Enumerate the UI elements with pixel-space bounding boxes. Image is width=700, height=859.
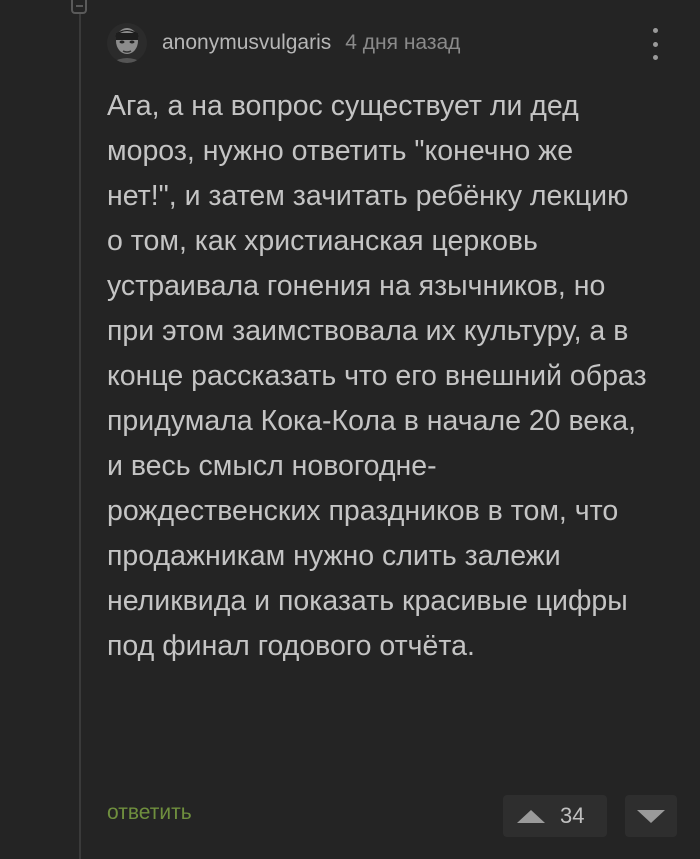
downvote-button[interactable] bbox=[625, 795, 677, 837]
vote-up-icon bbox=[517, 809, 545, 823]
avatar[interactable] bbox=[107, 23, 147, 63]
rating-count: 34 bbox=[560, 803, 585, 828]
comment-footer: ответить 34 bbox=[107, 795, 677, 839]
timestamp: 4 дня назад bbox=[345, 31, 461, 54]
upvote-button[interactable]: 34 bbox=[503, 795, 607, 837]
comment-header: anonymusvulgaris 4 дня назад bbox=[107, 22, 677, 64]
more-options-icon[interactable] bbox=[651, 28, 659, 60]
comment-text: Ага, а на вопрос существует ли дед мороз… bbox=[107, 90, 647, 662]
username[interactable]: anonymusvulgaris bbox=[162, 31, 331, 55]
comment: anonymusvulgaris 4 дня назад Ага, а на в… bbox=[107, 22, 677, 669]
collapse-icon[interactable] bbox=[71, 0, 87, 14]
thread-line bbox=[79, 0, 81, 859]
reply-button[interactable]: ответить bbox=[107, 801, 192, 825]
vote-down-icon bbox=[637, 809, 665, 823]
